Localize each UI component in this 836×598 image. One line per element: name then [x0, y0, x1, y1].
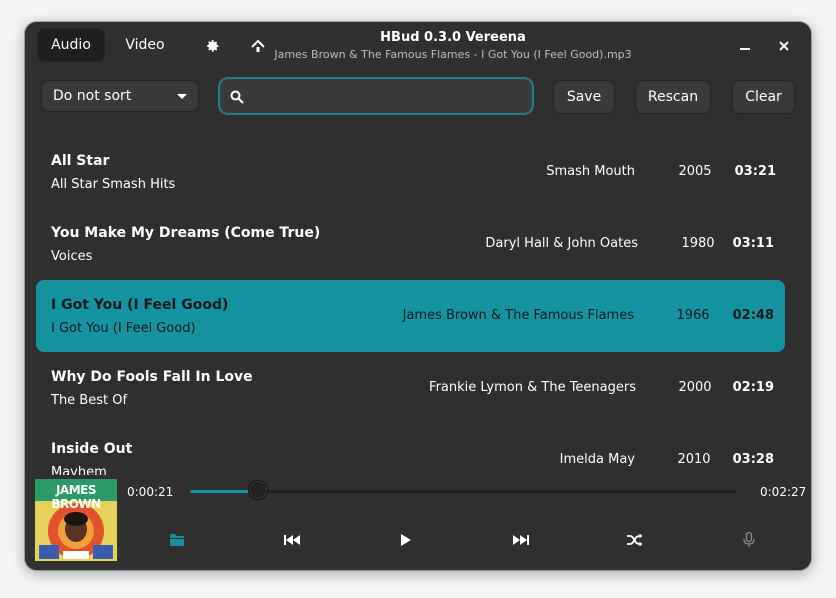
table-row[interactable]: You Make My Dreams (Come True) Voices Da… — [36, 208, 785, 280]
tab-audio[interactable]: Audio — [37, 28, 105, 62]
track-title: All Star — [51, 153, 110, 169]
table-row[interactable]: I Got You (I Feel Good) I Got You (I Fee… — [36, 280, 785, 352]
track-year: 1966 — [676, 308, 710, 323]
track-artist: Frankie Lymon & The Teenagers — [429, 380, 636, 395]
track-list: All Star All Star Smash Hits Smash Mouth… — [36, 135, 786, 475]
progress-track[interactable] — [190, 481, 736, 499]
track-title: You Make My Dreams (Come True) — [51, 225, 321, 241]
track-title: Why Do Fools Fall In Love — [51, 369, 253, 385]
track-title: Inside Out — [51, 441, 133, 457]
sort-dropdown[interactable]: Do not sort — [41, 80, 199, 112]
remaining-time: 0:02:27 — [760, 485, 807, 499]
album-cover[interactable]: JAMES BROWN — [35, 479, 117, 561]
search-icon — [230, 89, 244, 108]
album-cover-text: JAMES BROWN — [51, 483, 101, 511]
track-duration: 02:19 — [732, 380, 774, 395]
track-title: I Got You (I Feel Good) — [51, 297, 229, 313]
shuffle-icon[interactable] — [623, 528, 647, 552]
track-artist: Smash Mouth — [546, 164, 635, 179]
table-row[interactable]: Why Do Fools Fall In Love The Best Of Fr… — [36, 352, 785, 424]
search-box[interactable] — [220, 79, 532, 113]
previous-icon[interactable] — [280, 528, 304, 552]
play-icon[interactable] — [394, 528, 418, 552]
track-duration: 03:28 — [732, 452, 774, 467]
next-icon[interactable] — [509, 528, 533, 552]
track-duration: 03:21 — [734, 164, 776, 179]
window-title-area: HBud 0.3.0 Vereena James Brown & The Fam… — [225, 30, 681, 61]
search-input[interactable] — [252, 85, 526, 109]
table-row[interactable]: All Star All Star Smash Hits Smash Mouth… — [36, 136, 785, 208]
close-icon[interactable] — [774, 36, 794, 56]
track-album: I Got You (I Feel Good) — [51, 321, 196, 336]
table-row[interactable]: Inside Out Mayhem Imelda May 2010 03:28 — [36, 424, 785, 475]
track-album: The Best Of — [51, 393, 128, 408]
sort-value: Do not sort — [53, 88, 132, 104]
track-artist: Imelda May — [559, 452, 635, 467]
track-artist: Daryl Hall & John Oates — [485, 236, 638, 251]
window-title: HBud 0.3.0 Vereena — [380, 30, 526, 45]
view-switcher: Audio Video — [37, 28, 179, 62]
chevron-down-icon — [177, 94, 187, 99]
header-bar: Audio Video HBud 0.3.0 Vereena James Bro… — [25, 22, 811, 70]
track-album: Mayhem — [51, 465, 107, 475]
rescan-button[interactable]: Rescan — [635, 80, 711, 114]
track-artist: James Brown & The Famous Flames — [402, 308, 634, 323]
track-year: 2005 — [678, 164, 712, 179]
app-window: Audio Video HBud 0.3.0 Vereena James Bro… — [25, 22, 811, 570]
progress-fill — [190, 490, 259, 493]
clear-button[interactable]: Clear — [732, 80, 795, 114]
elapsed-time: 0:00:21 — [127, 485, 174, 499]
window-subtitle: James Brown & The Famous Flames - I Got … — [274, 48, 632, 61]
gear-icon[interactable] — [202, 35, 224, 57]
save-button[interactable]: Save — [553, 80, 615, 114]
track-album: All Star Smash Hits — [51, 177, 176, 192]
tab-video[interactable]: Video — [111, 28, 179, 62]
track-duration: 02:48 — [732, 308, 774, 323]
track-year: 2010 — [677, 452, 711, 467]
microphone-icon[interactable] — [737, 528, 761, 552]
progress-knob[interactable] — [249, 481, 268, 499]
track-year: 2000 — [678, 380, 712, 395]
folder-icon[interactable] — [165, 528, 189, 552]
track-year: 1980 — [681, 236, 715, 251]
track-duration: 03:11 — [732, 236, 774, 251]
minimize-icon[interactable] — [735, 36, 755, 56]
player-bar: JAMES BROWN 0:00:21 0:02:27 — [25, 475, 811, 570]
track-album: Voices — [51, 249, 93, 264]
